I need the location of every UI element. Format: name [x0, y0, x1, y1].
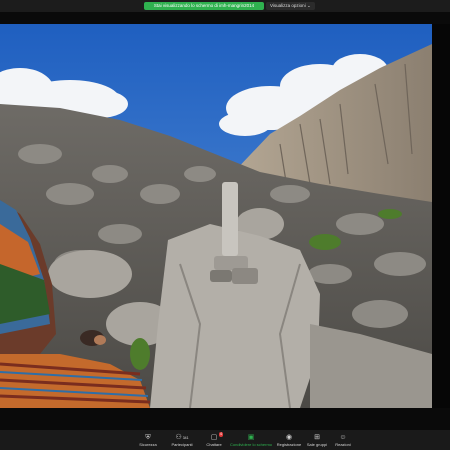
- reactions-icon: ☺: [339, 434, 347, 441]
- participants-label: Partecipanti: [171, 442, 193, 447]
- chat-label: Chattare: [206, 442, 222, 447]
- share-screen-icon: ▣: [247, 434, 255, 441]
- reactions-label: Reazioni: [335, 442, 351, 447]
- mountain-scene-image: [0, 24, 432, 408]
- security-label: Sicurezza: [139, 442, 157, 447]
- share-screen-button[interactable]: ▣ Condividere lo schermo: [229, 433, 273, 449]
- participants-icon: ⚇341: [175, 434, 189, 441]
- top-bar: Stai visualizzando lo schermo di imh-man…: [0, 0, 450, 12]
- shared-screen-video: [0, 24, 432, 408]
- view-options-button[interactable]: Visualizza opzioni ⌄: [266, 2, 315, 10]
- shield-icon: ⛨: [145, 434, 151, 441]
- video-right-edge: [432, 24, 450, 408]
- chat-icon: ▢: [210, 434, 218, 441]
- share-status-pill[interactable]: Stai visualizzando lo schermo di imh-man…: [144, 2, 264, 10]
- security-button[interactable]: ⛨ Sicurezza: [131, 433, 165, 449]
- participants-count: 341: [182, 436, 189, 440]
- chat-unread-badge: 4: [219, 432, 223, 437]
- reactions-button[interactable]: ☺ Reazioni: [326, 433, 360, 449]
- participants-button[interactable]: ⚇341 Partecipanti: [165, 433, 199, 449]
- share-screen-label: Condividere lo schermo: [229, 442, 273, 447]
- chat-button[interactable]: ▢ 4 Chattare: [197, 432, 231, 449]
